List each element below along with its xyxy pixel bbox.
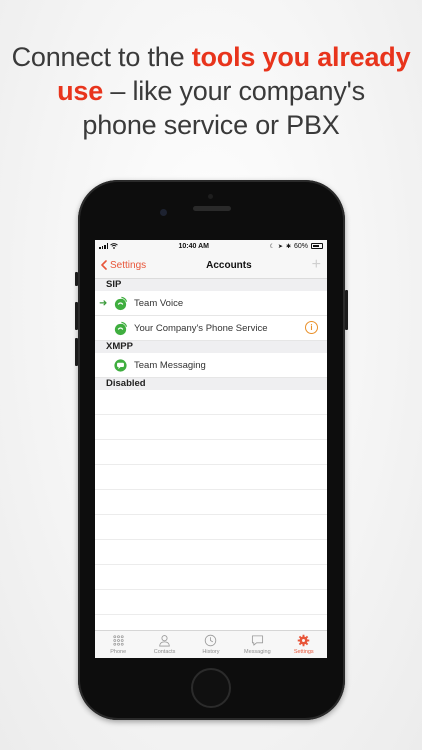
add-account-button[interactable]: +: [312, 257, 321, 273]
section-header-xmpp: XMPP: [95, 341, 327, 353]
empty-list-row: [95, 390, 327, 415]
tab-bar: Phone Contacts History Messaging Setting…: [95, 630, 327, 658]
tab-label: Phone: [110, 649, 127, 655]
navigation-bar: Settings Accounts +: [95, 252, 327, 279]
volume-down-button: [75, 338, 78, 366]
account-row-team-messaging[interactable]: Team Messaging: [95, 353, 327, 378]
mute-switch: [75, 272, 78, 286]
tab-phone[interactable]: Phone: [98, 634, 138, 655]
chevron-left-icon: [101, 260, 107, 270]
power-button: [345, 290, 348, 330]
tab-settings[interactable]: Settings: [284, 634, 324, 655]
headline-text: Connect to the: [11, 42, 192, 72]
account-name: Your Company's Phone Service: [134, 322, 268, 334]
tab-label: History: [202, 649, 220, 655]
empty-list-row: [95, 540, 327, 565]
back-button[interactable]: Settings: [101, 260, 146, 271]
tab-contacts[interactable]: Contacts: [145, 634, 185, 655]
marketing-headline: Connect to the tools you already use – l…: [0, 40, 422, 142]
section-header-sip: SIP: [95, 279, 327, 291]
account-name: Team Voice: [134, 297, 184, 309]
empty-list-row: [95, 440, 327, 465]
account-row-company-phone[interactable]: Your Company's Phone Service i: [95, 316, 327, 341]
keypad-icon: [113, 635, 124, 646]
empty-list-row: [95, 590, 327, 615]
headline-highlight: use: [57, 76, 104, 106]
home-button: [191, 668, 231, 708]
signal-icon: [99, 243, 108, 249]
account-name: Team Messaging: [134, 359, 206, 371]
empty-list-row: [95, 465, 327, 490]
status-bar: 10:40 AM ☾ ➤ ✱ 60%: [95, 240, 327, 252]
volume-up-button: [75, 302, 78, 330]
person-icon: [159, 635, 170, 647]
wifi-icon: [110, 243, 118, 249]
sip-online-icon: [114, 296, 128, 310]
headline-highlight: tools you already: [191, 42, 411, 72]
app-screen: 10:40 AM ☾ ➤ ✱ 60% Settings Accounts + S…: [95, 240, 327, 658]
headline-text: – like your company's: [103, 76, 365, 106]
tab-label: Messaging: [244, 649, 271, 655]
empty-list-row: [95, 515, 327, 540]
tab-history[interactable]: History: [191, 634, 231, 655]
battery-icon: [310, 243, 323, 249]
headline-text: phone service or PBX: [82, 110, 340, 140]
bluetooth-icon: ✱: [285, 243, 291, 250]
section-header-disabled: Disabled: [95, 378, 327, 390]
xmpp-online-icon: [114, 358, 127, 372]
status-time: 10:40 AM: [178, 242, 209, 250]
page-title: Accounts: [206, 259, 252, 271]
default-account-arrow-icon: ➜: [99, 298, 108, 309]
empty-list-row: [95, 490, 327, 515]
proximity-sensor: [208, 194, 213, 199]
sip-online-icon: [114, 321, 128, 335]
clock-icon: [205, 634, 217, 647]
account-row-team-voice[interactable]: ➜ Team Voice: [95, 291, 327, 316]
chat-icon: [251, 635, 263, 646]
tab-label: Contacts: [153, 649, 176, 655]
empty-list-row: [95, 565, 327, 590]
earpiece-speaker: [193, 206, 231, 211]
battery-percent: 60%: [293, 242, 308, 250]
tab-label: Settings: [293, 649, 314, 655]
moon-icon: ☾: [269, 243, 275, 250]
gear-icon: [297, 634, 310, 647]
tab-messaging[interactable]: Messaging: [237, 634, 277, 655]
back-button-label: Settings: [110, 259, 147, 271]
location-icon: ➤: [277, 243, 283, 250]
empty-list-row: [95, 415, 327, 440]
info-icon[interactable]: i: [305, 321, 318, 334]
front-camera: [160, 209, 167, 216]
